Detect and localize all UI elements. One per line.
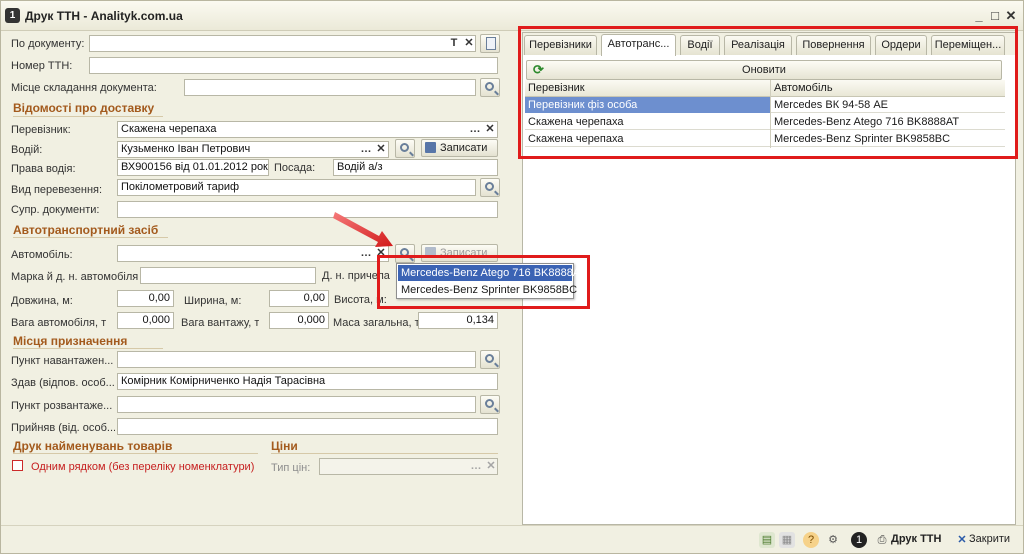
shyryna-field[interactable]: 0,00 — [269, 290, 329, 307]
clear-icon[interactable]: ✕ — [483, 122, 497, 137]
shyryna-label: Ширина, м: — [184, 295, 242, 307]
destination-section-title: Місця призначення — [13, 334, 128, 348]
one-line-checkbox-label: Одним рядком (без переліку номенклатури) — [31, 461, 255, 473]
select-ellipsis-icon[interactable]: … — [469, 459, 483, 474]
gear-icon[interactable]: ⚙ — [825, 532, 841, 548]
section-divider — [13, 116, 163, 117]
mistse-search-button[interactable] — [480, 78, 500, 97]
perevoznyk-label: Перевізник: — [11, 124, 71, 136]
punkt-rozv-label: Пункт розвантаже... — [11, 400, 113, 412]
prices-section-title: Ціни — [271, 439, 298, 453]
status-bar: ▤ ▦ ? ⚙ 1 ⎙ Друк ТТН ✕ Закрити — [1, 525, 1023, 553]
posada-field[interactable]: Водій а/з — [333, 159, 498, 176]
prava-label: Права водія: — [11, 163, 76, 175]
mistse-label: Місце складання документа: — [11, 82, 157, 94]
select-ellipsis-icon[interactable]: … — [468, 122, 482, 137]
masa-field[interactable]: 0,134 — [418, 312, 498, 329]
po-dokumentu-field[interactable] — [89, 35, 476, 52]
search-icon — [485, 354, 494, 363]
close-button[interactable]: Закрити — [969, 533, 1010, 545]
close-x-icon[interactable]: ✕ — [954, 532, 970, 548]
section-divider — [13, 237, 168, 238]
app-logo-icon[interactable]: 1 — [851, 532, 867, 548]
nomer-ttn-label: Номер ТТН: — [11, 60, 73, 72]
report-icon[interactable]: ▤ — [759, 532, 775, 548]
supr-field[interactable] — [117, 201, 498, 218]
marka-label: Марка й д. н. автомобіля: — [11, 271, 139, 283]
maximize-icon[interactable]: □ — [988, 9, 1002, 23]
save-disk-icon — [425, 142, 436, 153]
clear-icon[interactable]: ✕ — [484, 459, 498, 474]
search-icon — [485, 182, 494, 191]
clear-icon[interactable]: ✕ — [374, 142, 388, 157]
supr-label: Супр. документи: — [11, 204, 100, 216]
vaga-vantazhu-field[interactable]: 0,000 — [269, 312, 329, 329]
punkt-nav-search-button[interactable] — [480, 350, 500, 369]
select-ellipsis-icon[interactable]: … — [359, 142, 373, 157]
section-divider — [13, 348, 163, 349]
search-icon — [485, 82, 494, 91]
annotation-arrow-icon — [333, 212, 393, 247]
vyd-label: Вид перевезення: — [11, 184, 103, 196]
mistse-field[interactable] — [184, 79, 476, 96]
masa-label: Маса загальна, т: — [333, 317, 423, 329]
document-picker-button[interactable] — [480, 34, 500, 53]
typ-tsin-label: Тип цін: — [271, 462, 311, 474]
search-icon — [400, 143, 409, 152]
vodii-search-button[interactable] — [395, 139, 415, 158]
dovzhyna-field[interactable]: 0,00 — [117, 290, 174, 307]
nomer-ttn-field[interactable] — [89, 57, 498, 74]
vyd-search-button[interactable] — [480, 178, 500, 197]
posada-label: Посада: — [274, 162, 316, 174]
table-highlight-box — [518, 26, 1018, 159]
zdav-field[interactable]: Комірник Комірниченко Надія Тарасівна — [117, 373, 498, 390]
vyd-field[interactable]: Покілометровий тариф — [117, 179, 476, 196]
vehicle-section-title: Автотранспортний засіб — [13, 223, 159, 237]
close-icon[interactable]: ✕ — [1004, 9, 1018, 23]
dovzhyna-label: Довжина, м: — [11, 295, 73, 307]
pryiniav-label: Прийняв (від. особ... — [11, 422, 115, 434]
section-divider — [271, 453, 498, 454]
clear-icon[interactable]: ✕ — [462, 36, 476, 51]
avtomobil-label: Автомобіль: — [11, 249, 73, 261]
save-driver-button[interactable]: Записати — [421, 139, 498, 157]
punkt-nav-label: Пункт навантажен... — [11, 355, 114, 367]
vaga-avto-field[interactable]: 0,000 — [117, 312, 174, 329]
punkt-nav-field[interactable] — [117, 351, 476, 368]
one-line-checkbox[interactable] — [12, 460, 23, 471]
window-title: Друк ТТН - Analityk.com.ua — [25, 9, 183, 23]
text-type-icon[interactable]: T — [447, 36, 461, 51]
marka-field[interactable] — [140, 267, 316, 284]
dropdown-highlight-box — [377, 255, 590, 309]
print-goods-section-title: Друк найменувань товарів — [13, 439, 173, 453]
section-divider — [13, 453, 258, 454]
main-window: 1 Друк ТТН - Analityk.com.ua _ □ ✕ По до… — [0, 0, 1024, 554]
minimize-icon[interactable]: _ — [972, 9, 986, 23]
punkt-rozv-field[interactable] — [117, 396, 476, 413]
print-ttn-button[interactable]: Друк ТТН — [891, 533, 941, 545]
vodii-field[interactable]: Кузьменко Іван Петрович — [117, 141, 389, 158]
printer-icon[interactable]: ⎙ — [874, 532, 890, 548]
perevoznyk-field[interactable]: Скажена черепаха — [117, 121, 498, 138]
zdav-label: Здав (відпов. особ... — [11, 377, 115, 389]
clipboard-icon — [486, 37, 496, 50]
copy-icon[interactable]: ▦ — [779, 532, 795, 548]
app-logo-icon: 1 — [5, 8, 20, 23]
prava-field[interactable]: ВХ900156 від 01.01.2012 року — [117, 159, 269, 176]
vaga-vantazhu-label: Вага вантажу, т — [181, 317, 260, 329]
pryiniav-field[interactable] — [117, 418, 498, 435]
help-icon[interactable]: ? — [803, 532, 819, 548]
delivery-section-title: Відомості про доставку — [13, 101, 155, 115]
search-icon — [485, 399, 494, 408]
punkt-rozv-search-button[interactable] — [480, 395, 500, 414]
vodii-label: Водій: — [11, 144, 43, 156]
po-dokumentu-label: По документу: — [11, 38, 85, 50]
vaga-avto-label: Вага автомобіля, т — [11, 317, 107, 329]
